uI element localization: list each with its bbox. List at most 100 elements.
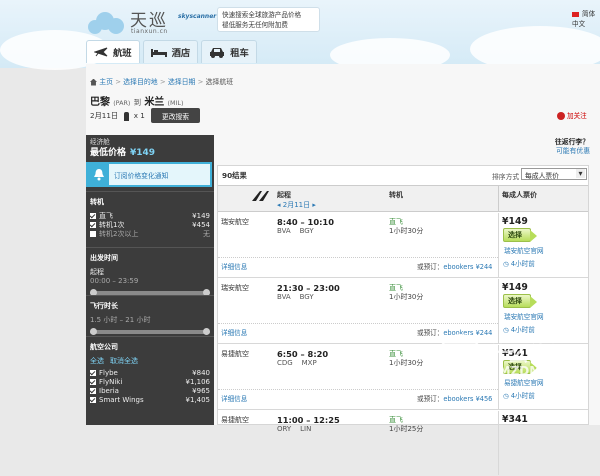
option-label: Smart Wings: [99, 396, 144, 404]
details-link[interactable]: 详细信息: [221, 327, 247, 337]
bed-icon: [150, 49, 167, 57]
option-price: ¥1,405: [185, 396, 211, 404]
follow-button[interactable]: 加关注: [557, 110, 587, 120]
sort-select[interactable]: 每成人票价: [521, 168, 587, 180]
watermark-logo-icon: [438, 334, 482, 378]
breadcrumb-home[interactable]: 主页: [99, 78, 113, 86]
option-label: 转机1次: [99, 221, 125, 229]
tab-label: 航班: [113, 48, 132, 59]
clear-all-link[interactable]: 取消全选: [110, 357, 138, 366]
watermark: 什么值得买 SMZDM.COM: [430, 330, 600, 425]
airline-name: 瑞安航空: [221, 218, 249, 226]
duration-filter: 飞行时长 1.5 小时 – 21 小时: [86, 295, 214, 336]
airline-name: 瑞安航空: [221, 284, 249, 292]
alt-booking: 或预订：ebookers ¥244: [417, 261, 492, 271]
option-price: 无: [203, 230, 210, 238]
stops-option[interactable]: 转机1次 ¥454: [90, 221, 210, 230]
seller-link[interactable]: 瑞安航空官网: [504, 311, 544, 321]
flight-row[interactable]: 瑞安航空 8:40 – 10:10 BVA BGY 直飞 1小时30分 详细信息…: [218, 213, 588, 278]
result-count: 90结果: [222, 171, 247, 180]
tab-label: 租车: [230, 48, 249, 59]
or-book-label: 或预订：: [417, 263, 444, 271]
language-selector[interactable]: 简体中文: [572, 8, 600, 28]
car-icon: [210, 47, 225, 58]
stops-filter: 转机 直飞 ¥149 转机1次 ¥454 转机2次以上 无: [86, 191, 214, 239]
checkbox[interactable]: [90, 231, 96, 237]
tab-label: 酒店: [171, 48, 191, 59]
option-label: 直飞: [99, 212, 113, 220]
airline-option[interactable]: FlyNiki ¥1,106: [90, 378, 210, 387]
tab-flights[interactable]: 航班: [86, 40, 140, 63]
divider: [218, 323, 498, 324]
logo-icon[interactable]: [88, 6, 126, 36]
flight-price: ¥149: [502, 282, 528, 293]
airline-name: 易捷航空: [221, 350, 249, 358]
departure-sub: 起程: [90, 268, 104, 276]
airline-name: 易捷航空: [221, 416, 249, 424]
change-search-button[interactable]: 更改搜索: [151, 108, 200, 123]
flight-airports: BVA BGY: [277, 293, 314, 301]
best-price: 最低价格 ¥149: [90, 145, 155, 158]
option-price: ¥149: [192, 212, 210, 220]
airline-option[interactable]: Smart Wings ¥1,405: [90, 396, 210, 405]
stops-title: 转机: [90, 198, 104, 206]
select-all-link[interactable]: 全选: [90, 357, 104, 366]
tab-hotels[interactable]: 酒店: [142, 40, 199, 63]
updated-time: ◷ 4小时前: [503, 258, 535, 268]
airline-logo-icon: [252, 191, 269, 201]
checkbox[interactable]: [90, 397, 96, 403]
divider: [498, 213, 499, 277]
airline-option[interactable]: Iberia ¥965: [90, 387, 210, 396]
breadcrumb-sep: >: [115, 78, 121, 86]
option-price: ¥1,106: [185, 378, 211, 386]
header-transfer[interactable]: 转机: [389, 190, 403, 200]
route-title: 巴黎 (PAR) 到 米兰 (MIL): [90, 93, 183, 108]
flag-icon: [572, 11, 579, 17]
checkbox[interactable]: [90, 379, 96, 385]
airlines-title: 航空公司: [90, 343, 118, 351]
stops-option[interactable]: 转机2次以上 无: [90, 230, 210, 239]
price-alert-button[interactable]: 订阅价格变化通知: [86, 162, 212, 187]
flight-duration: 1小时30分: [389, 293, 424, 301]
next-date-arrow[interactable]: ▸: [310, 201, 316, 209]
option-label: Iberia: [99, 387, 119, 395]
option-label: FlyNiki: [99, 378, 123, 386]
select-button[interactable]: 选择: [503, 228, 537, 242]
home-icon[interactable]: [90, 78, 97, 86]
airline-option[interactable]: Flybe ¥840: [90, 369, 210, 378]
clock-icon: ◷: [503, 260, 511, 268]
details-link[interactable]: 详细信息: [221, 261, 247, 271]
person-icon: [124, 111, 130, 121]
checkbox[interactable]: [90, 222, 96, 228]
alt-booking-link[interactable]: ebookers ¥244: [443, 263, 492, 271]
filter-sidebar: 经济舱 最低价格 ¥149 订阅价格变化通知 转机 直飞 ¥149 转机1次 ¥454…: [86, 135, 214, 425]
option-price: ¥965: [192, 387, 210, 395]
promo-bubble: 快速搜索全球旅游产品价格 褪低服务无任何附加费: [217, 7, 320, 32]
flight-airports: CDG MXP: [277, 359, 317, 367]
breadcrumb-destination[interactable]: 选择目的地: [123, 78, 157, 86]
details-link[interactable]: 详细信息: [221, 393, 247, 403]
breadcrumb-sep: >: [159, 78, 166, 86]
stops-option[interactable]: 直飞 ¥149: [90, 212, 210, 221]
header-depart[interactable]: 起程: [277, 190, 291, 200]
travel-date: 2月11日: [90, 111, 119, 120]
trip-offer-link[interactable]: 可能有优惠: [538, 145, 590, 155]
header-date[interactable]: ◂ 2月11日 ▸: [277, 200, 316, 210]
seller-link[interactable]: 瑞安航空官网: [504, 245, 544, 255]
option-label: Flybe: [99, 369, 118, 377]
price-alert-label: 订阅价格变化通知: [114, 171, 169, 180]
checkbox[interactable]: [90, 388, 96, 394]
checkbox[interactable]: [90, 370, 96, 376]
select-button[interactable]: 选择: [503, 294, 537, 308]
best-price-value: ¥149: [130, 148, 156, 158]
header-price[interactable]: 每成人票价: [502, 190, 537, 200]
checkbox[interactable]: [90, 213, 96, 219]
best-price-label: 最低价格: [90, 148, 127, 158]
flight-time: 8:40 – 10:10: [277, 217, 334, 227]
duration-slider[interactable]: [90, 328, 210, 335]
bell-icon: [88, 164, 109, 185]
breadcrumb-date[interactable]: 选择日期: [168, 78, 196, 86]
airline-select-links: 全选 取消全选: [90, 357, 210, 366]
tab-car-rental[interactable]: 租车: [201, 40, 257, 63]
watermark-domain: SMZDM.COM: [490, 364, 577, 378]
